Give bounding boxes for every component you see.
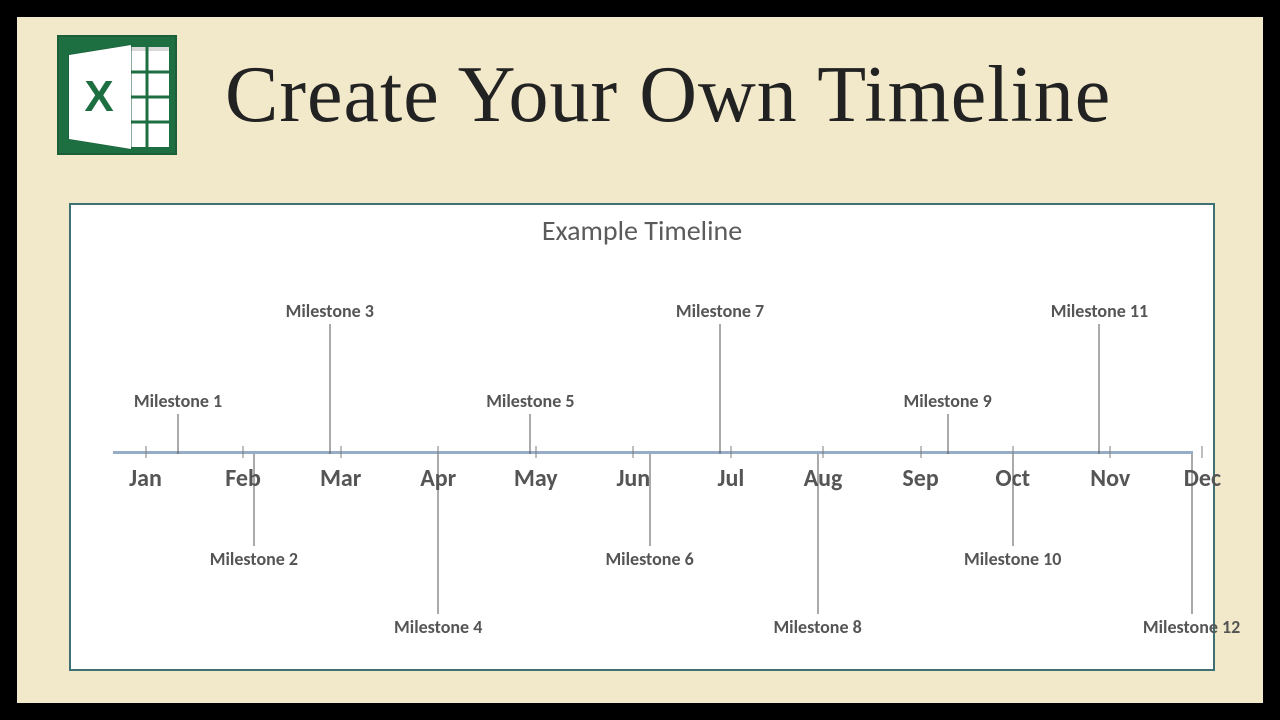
month-label: Aug [804, 464, 843, 493]
tick-mark [823, 446, 824, 458]
tick-mark [1110, 446, 1111, 458]
milestone-label: Milestone 5 [486, 390, 574, 412]
milestone-label: Milestone 1 [134, 390, 222, 412]
chart-title: Example Timeline [71, 213, 1213, 248]
milestone-line [817, 454, 818, 614]
month-label: Jun [616, 464, 650, 493]
milestone-line [947, 414, 948, 454]
timeline-chart: Example Timeline JanFebMarAprMayJunJulAu… [69, 203, 1215, 671]
milestone-line [1191, 454, 1192, 614]
milestone-line [1012, 454, 1013, 546]
milestone-line [530, 414, 531, 454]
milestone-label: Milestone 3 [286, 300, 374, 322]
tick-mark [920, 446, 921, 458]
excel-icon: X [57, 35, 177, 155]
month-label: Jul [718, 464, 745, 493]
plot-area: JanFebMarAprMayJunJulAugSepOctNovDecMile… [113, 255, 1193, 649]
milestone-line [253, 454, 254, 546]
axis-line [113, 451, 1193, 454]
month-label: Nov [1090, 464, 1130, 493]
milestone-line [438, 454, 439, 614]
month-label: Feb [225, 464, 261, 493]
milestone-line [178, 414, 179, 454]
month-label: Jan [129, 464, 162, 493]
milestone-label: Milestone 12 [1143, 616, 1240, 638]
tick-mark [340, 446, 341, 458]
milestone-line [1099, 324, 1100, 454]
milestone-label: Milestone 2 [210, 548, 298, 570]
month-label: May [514, 464, 558, 493]
milestone-label: Milestone 7 [676, 300, 764, 322]
tick-mark [145, 446, 146, 458]
page-title: Create Your Own Timeline [225, 50, 1111, 141]
tick-mark [243, 446, 244, 458]
month-label: Dec [1184, 464, 1221, 493]
milestone-label: Milestone 4 [394, 616, 482, 638]
month-label: Mar [320, 464, 361, 493]
milestone-label: Milestone 9 [904, 390, 992, 412]
milestone-label: Milestone 6 [605, 548, 693, 570]
milestone-label: Milestone 11 [1051, 300, 1148, 322]
milestone-line [649, 454, 650, 546]
tick-mark [1202, 446, 1203, 458]
slide-frame: X Create Your Own Timeline Example Timel… [15, 15, 1265, 705]
header: X Create Your Own Timeline [17, 17, 1263, 155]
milestone-line [720, 324, 721, 454]
tick-mark [730, 446, 731, 458]
milestone-line [329, 324, 330, 454]
milestone-label: Milestone 8 [773, 616, 861, 638]
month-label: Sep [902, 464, 938, 493]
excel-icon-letter: X [84, 72, 113, 121]
tick-mark [633, 446, 634, 458]
milestone-label: Milestone 10 [964, 548, 1061, 570]
tick-mark [535, 446, 536, 458]
